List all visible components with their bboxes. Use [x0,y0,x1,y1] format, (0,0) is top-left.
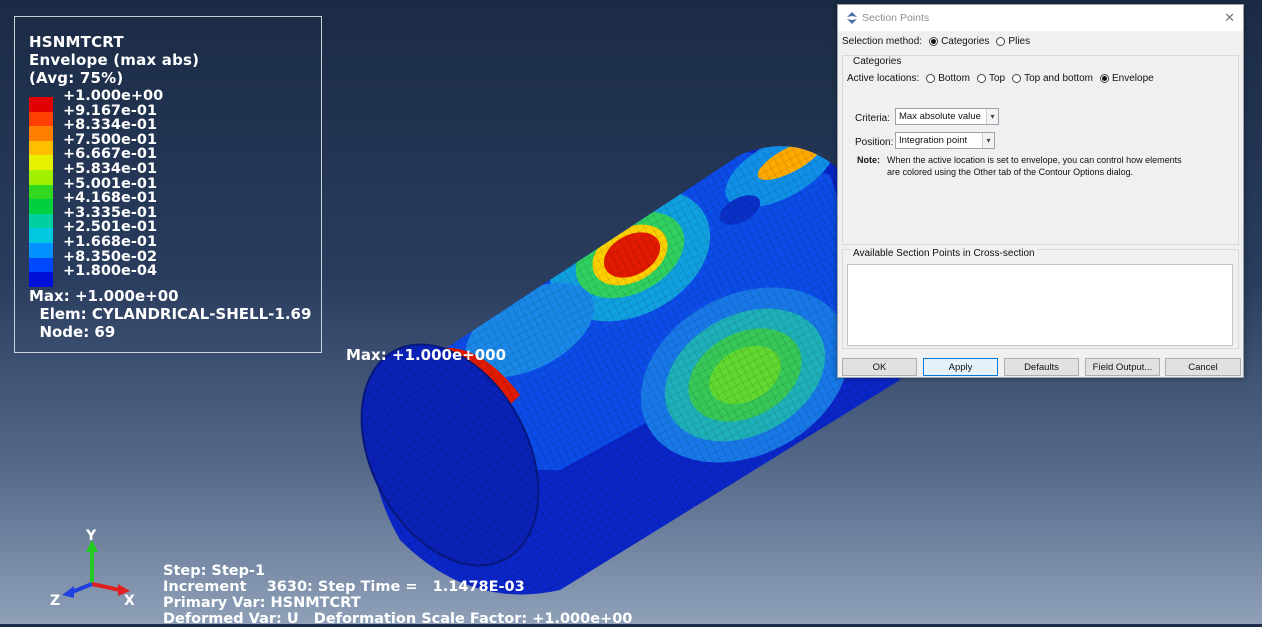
primary-variable: Primary Var: HSNMTCRT [163,595,361,611]
active-locations-row: Active locations: Bottom Top Top and bot… [847,73,1154,84]
selection-method-label: Selection method: [842,36,923,47]
axis-y-label: Y [86,528,97,544]
max-value-annotation: Max: +1.000e+000 [346,346,507,364]
radio-bottom[interactable] [926,74,936,83]
criteria-value: Max absolute value [899,111,981,122]
close-icon[interactable]: ✕ [1224,10,1235,26]
categories-group: Categories Active locations: Bottom Top … [842,55,1239,245]
radio-top-and-bottom-label: Top and bottom [1024,73,1094,84]
dialog-titlebar[interactable]: Section Points ✕ [838,5,1243,31]
chevron-down-icon: ▾ [986,109,998,124]
note-text-line1: When the active location is set to envel… [887,155,1182,165]
radio-plies-label: Plies [1008,36,1031,47]
criteria-label: Criteria: [855,113,891,124]
dialog-title: Section Points [862,12,930,24]
available-section-points-title: Available Section Points in Cross-sectio… [851,248,1037,259]
cancel-button[interactable]: Cancel [1165,358,1241,376]
radio-envelope[interactable] [1100,74,1110,83]
note-text-line2: are colored using the Other tab of the C… [887,167,1134,177]
radio-categories-label: Categories [941,36,990,47]
position-label: Position: [855,137,894,148]
view-triad: Y X Z [44,528,144,612]
available-section-points-group: Available Section Points in Cross-sectio… [842,248,1239,349]
section-points-icon [847,12,857,24]
criteria-select[interactable]: Max absolute value ▾ [895,108,999,125]
axis-x-label: X [124,593,135,609]
categories-group-title: Categories [851,56,904,67]
radio-bottom-label: Bottom [938,73,970,84]
radio-top-label: Top [988,73,1006,84]
step-increment: Increment 3630: Step Time = 1.1478E-03 [163,579,525,595]
step-info: Step: Step-1 Increment 3630: Step Time = … [163,563,632,627]
position-value: Integration point [899,135,968,146]
note-label: Note: [857,155,880,165]
chevron-down-icon: ▾ [982,133,994,148]
ok-button[interactable]: OK [842,358,917,376]
active-locations-label: Active locations: [847,73,920,84]
selection-method-row: Selection method: Categories Plies [842,36,1030,47]
radio-plies[interactable] [996,37,1006,46]
radio-top-and-bottom[interactable] [1012,74,1022,83]
section-points-list[interactable] [847,264,1233,346]
radio-envelope-label: Envelope [1112,73,1154,84]
defaults-button[interactable]: Defaults [1004,358,1079,376]
apply-button[interactable]: Apply [923,358,998,376]
radio-top[interactable] [976,74,986,83]
step-name: Step: Step-1 [163,563,266,579]
deformed-variable: Deformed Var: U Deformation Scale Factor… [163,611,633,627]
position-select[interactable]: Integration point ▾ [895,132,995,149]
field-output-button[interactable]: Field Output... [1085,358,1160,376]
radio-categories[interactable] [929,37,939,46]
envelope-note: Note: When the active location is set to… [857,154,1197,178]
section-points-dialog: Section Points ✕ Selection method: Categ… [837,4,1244,378]
axis-z-label: Z [50,593,61,609]
